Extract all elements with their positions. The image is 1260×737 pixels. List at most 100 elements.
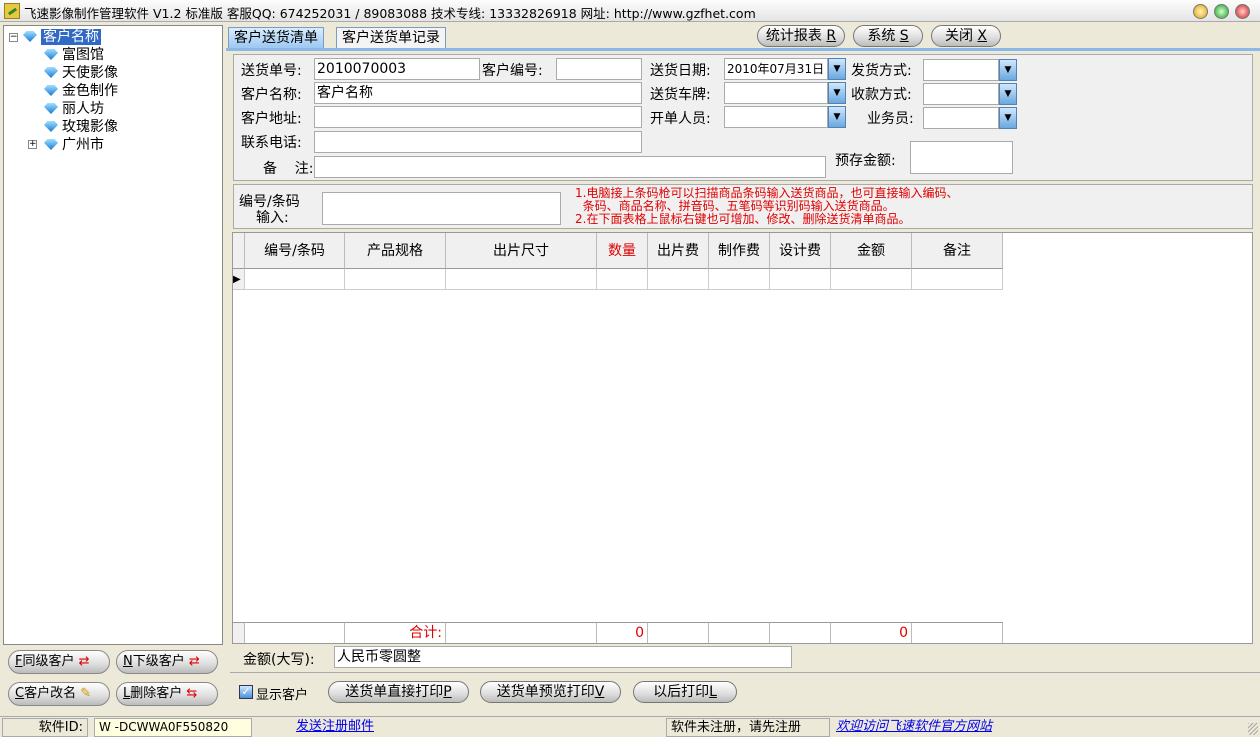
amount-words-label: 金额(大写): (243, 652, 315, 668)
plate-select[interactable] (724, 82, 828, 104)
address-label: 客户地址: (241, 111, 302, 127)
amount-words-value: 人民币零圆整 (334, 646, 792, 668)
minimize-button[interactable] (1193, 4, 1208, 19)
total-cell (648, 622, 709, 643)
tree-item[interactable]: 富图馆 (44, 46, 104, 64)
chevron-down-icon[interactable]: ▼ (828, 106, 846, 128)
resize-grip[interactable] (1248, 723, 1258, 735)
cell[interactable] (709, 269, 770, 290)
rename-customer-button[interactable]: C客户改名 ✎ (8, 682, 110, 706)
address-input[interactable] (314, 106, 642, 128)
show-customer-checkbox[interactable]: ✓ (239, 685, 253, 699)
delivery-grid[interactable]: 编号/条码 产品规格 出片尺寸 数量 出片费 制作费 设计费 金额 备注 ▶ 合… (232, 232, 1253, 644)
column-header[interactable]: 编号/条码 (245, 233, 345, 269)
cell[interactable] (912, 269, 1003, 290)
column-header[interactable]: 产品规格 (345, 233, 446, 269)
diamond-icon (44, 85, 58, 96)
column-header[interactable]: 金额 (831, 233, 912, 269)
tree-item[interactable]: 天使影像 (44, 64, 118, 82)
close-window-button[interactable] (1235, 4, 1250, 19)
report-button[interactable]: 统计报表 R (757, 25, 845, 47)
column-header[interactable]: 出片费 (648, 233, 709, 269)
status-bar: 软件ID: W -DCWWA0F550820 发送注册邮件 软件未注册，请先注册… (0, 716, 1260, 737)
total-cell (446, 622, 597, 643)
chevron-down-icon[interactable]: ▼ (999, 59, 1017, 81)
add-same-level-customer-button[interactable]: F同级客户 ⇄ (8, 650, 110, 674)
total-cell (233, 622, 245, 643)
cell[interactable] (648, 269, 709, 290)
title-bar: 飞速影像制作管理软件 V1.2 标准版 客服QQ: 674252031 / 89… (0, 0, 1260, 22)
chevron-down-icon[interactable]: ▼ (828, 58, 846, 80)
window-title: 飞速影像制作管理软件 V1.2 标准版 客服QQ: 674252031 / 89… (24, 6, 756, 21)
ship-label: 发货方式: (851, 63, 912, 79)
pay-label: 收款方式: (851, 87, 912, 103)
row-header-corner (233, 233, 245, 269)
tab-divider (226, 48, 1260, 51)
barcode-input[interactable] (322, 192, 561, 225)
chevron-down-icon[interactable]: ▼ (999, 83, 1017, 105)
sales-select[interactable] (923, 107, 999, 129)
chevron-down-icon[interactable]: ▼ (828, 82, 846, 104)
tab-delivery-list[interactable]: 客户送货清单 (228, 27, 324, 48)
column-header[interactable]: 出片尺寸 (446, 233, 597, 269)
diamond-icon (23, 31, 37, 42)
issuer-select[interactable] (724, 106, 828, 128)
print-preview-button[interactable]: 送货单预览打印V (480, 681, 621, 703)
tree-item[interactable]: 金色制作 (44, 82, 118, 100)
barcode-label-2: 输入: (256, 210, 289, 226)
ship-select[interactable] (923, 59, 999, 81)
tree-item[interactable]: 广州市 (44, 136, 104, 154)
tree-item[interactable]: 玫瑰影像 (44, 118, 118, 136)
total-cell (770, 622, 831, 643)
delete-customer-button[interactable]: L删除客户 ⇆ (116, 682, 218, 706)
sales-label: 业务员: (867, 111, 914, 127)
column-header[interactable]: 数量 (597, 233, 648, 269)
total-cell (709, 622, 770, 643)
cust-name-input[interactable]: 客户名称 (314, 82, 642, 104)
deposit-input[interactable] (910, 141, 1013, 174)
total-amount: 0 (831, 622, 912, 643)
order-no-input[interactable]: 2010070003 (314, 58, 480, 80)
tree-item[interactable]: 丽人坊 (44, 100, 104, 118)
diamond-icon (44, 49, 58, 60)
diamond-icon (44, 121, 58, 132)
date-input[interactable]: 2010年07月31日 (724, 58, 828, 80)
barcode-panel: 编号/条码 输入: 1.电脑接上条码枪可以扫描商品条码输入送货商品，也可直接输入… (233, 184, 1253, 229)
column-header[interactable]: 制作费 (709, 233, 770, 269)
cust-no-input[interactable] (556, 58, 642, 80)
note-label: 备 注: (263, 161, 314, 177)
system-button[interactable]: 系统 S (853, 25, 923, 47)
column-header[interactable]: 设计费 (770, 233, 831, 269)
cell[interactable] (831, 269, 912, 290)
total-cell (912, 622, 1003, 643)
customer-tree[interactable]: − 客户名称 富图馆 天使影像 金色制作 丽人坊 玫瑰影像 + 广州市 (3, 25, 223, 645)
print-later-button[interactable]: 以后打印L (633, 681, 737, 703)
order-no-label: 送货单号: (241, 63, 302, 79)
expand-icon[interactable]: + (28, 140, 37, 149)
chevron-down-icon[interactable]: ▼ (999, 107, 1017, 129)
note-input[interactable] (314, 156, 826, 178)
cell[interactable] (597, 269, 648, 290)
cell[interactable] (770, 269, 831, 290)
cell[interactable] (245, 269, 345, 290)
column-header[interactable]: 备注 (912, 233, 1003, 269)
issuer-label: 开单人员: (650, 111, 711, 127)
collapse-icon[interactable]: − (9, 33, 18, 42)
print-direct-button[interactable]: 送货单直接打印P (328, 681, 469, 703)
order-form: 送货单号: 2010070003 客户编号: 客户名称: 客户名称 客户地址: … (233, 54, 1253, 181)
maximize-button[interactable] (1214, 4, 1229, 19)
cell[interactable] (446, 269, 597, 290)
tab-delivery-records[interactable]: 客户送货单记录 (336, 27, 446, 48)
pay-select[interactable] (923, 83, 999, 105)
divider (230, 672, 1260, 673)
diamond-icon (44, 139, 58, 150)
phone-input[interactable] (314, 131, 642, 153)
add-sub-level-customer-button[interactable]: N下级客户 ⇄ (116, 650, 218, 674)
barcode-tips: 1.电脑接上条码枪可以扫描商品条码输入送货商品，也可直接输入编码、 条码、商品名… (575, 186, 959, 226)
date-label: 送货日期: (650, 63, 711, 79)
cell[interactable] (345, 269, 446, 290)
close-button[interactable]: 关闭 X (931, 25, 1001, 47)
send-registration-mail-link[interactable]: 发送注册邮件 (292, 718, 378, 737)
tree-root[interactable]: 客户名称 (23, 28, 101, 46)
official-site-link[interactable]: 欢迎访问飞速软件官方网站 (832, 718, 996, 737)
